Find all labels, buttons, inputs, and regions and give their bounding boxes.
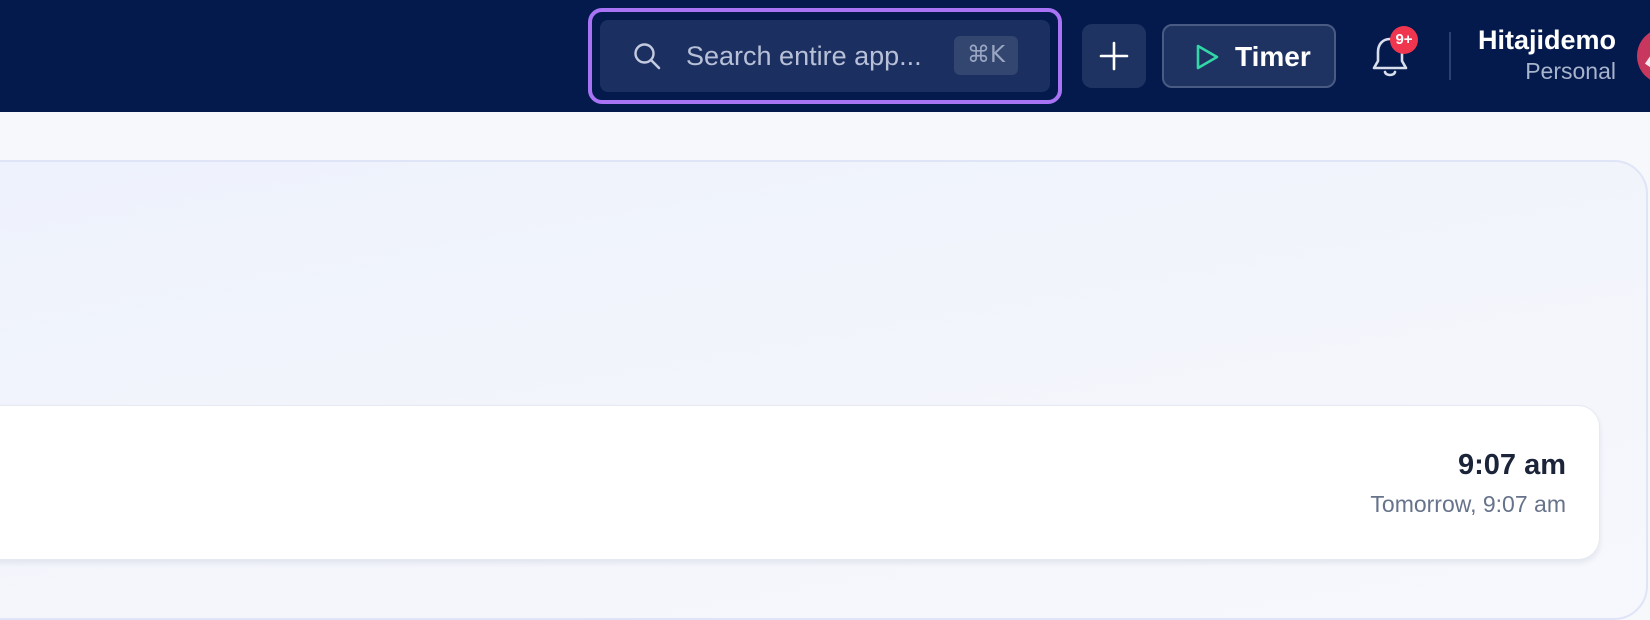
time-detail: Tomorrow, 9:07 am (1370, 491, 1566, 517)
play-icon (1193, 42, 1221, 72)
search-icon (632, 41, 662, 71)
search-box[interactable]: ⌘K (600, 20, 1050, 92)
avatar-graphic (1644, 38, 1650, 68)
user-name[interactable]: Hitajidemo (1478, 24, 1616, 56)
plus-icon (1099, 41, 1129, 71)
user-account-type: Personal (1525, 58, 1616, 84)
time-card[interactable]: 9:07 am Tomorrow, 9:07 am (0, 405, 1600, 560)
timer-button-label: Timer (1235, 41, 1311, 72)
search-input[interactable] (686, 38, 936, 74)
search-shortcut-hint: ⌘K (954, 36, 1018, 75)
avatar[interactable] (1637, 28, 1650, 84)
top-navigation-bar: ⌘K Timer 9+ Hitajidemo Personal (0, 0, 1650, 112)
notifications-button[interactable]: 9+ (1364, 26, 1424, 86)
header-divider (1449, 32, 1451, 80)
timer-button[interactable]: Timer (1162, 24, 1336, 88)
add-button[interactable] (1082, 24, 1146, 88)
notification-count-badge: 9+ (1390, 26, 1418, 54)
time-value: 9:07 am (1457, 449, 1566, 481)
